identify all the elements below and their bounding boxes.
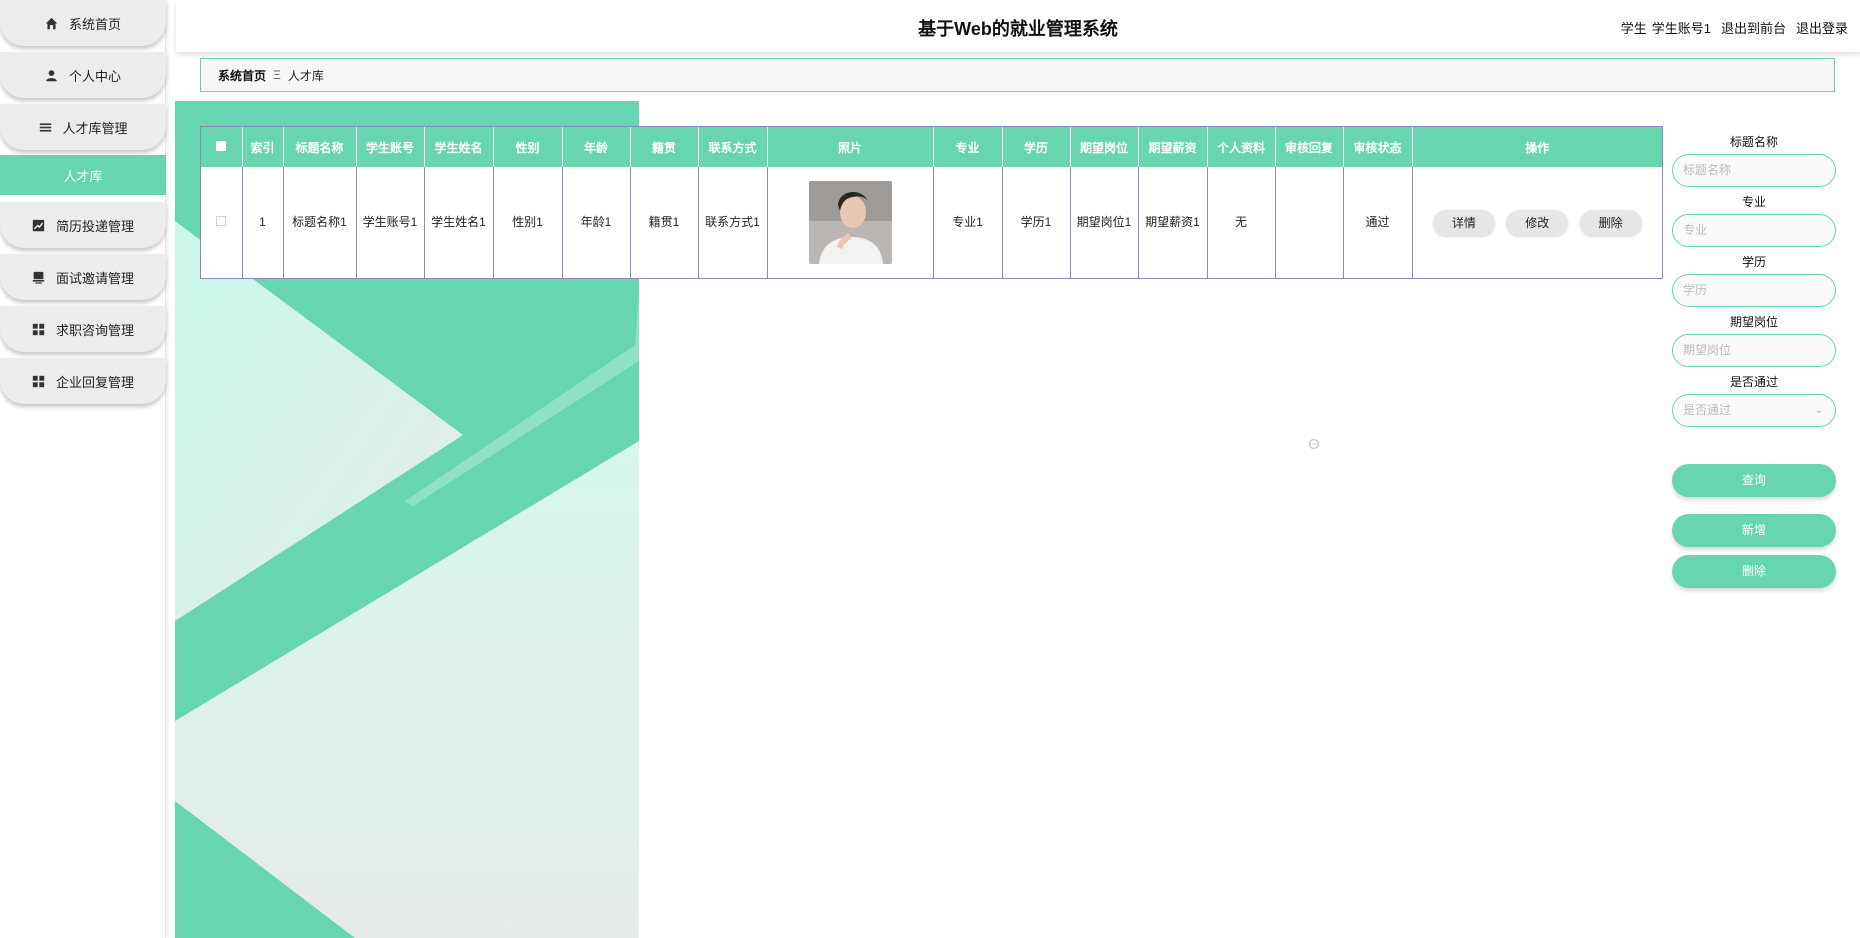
cell-contact: 联系方式1 [698,167,768,278]
cell-education: 学历1 [1002,167,1071,278]
query-button[interactable]: 查询 [1672,464,1836,497]
cell-photo [767,167,934,278]
chevron-down-icon: ⌄ [1814,405,1823,416]
user-role: 学生 [1620,21,1647,36]
sidebar-item-label: 个人中心 [68,68,121,84]
cell-profile: 无 [1207,167,1276,278]
column-header: 期望岗位 [1070,127,1139,167]
sidebar-item-profile[interactable]: 个人中心 [0,52,166,98]
user-icon [45,68,59,82]
column-header: 审核状态 [1343,127,1413,167]
user-info: 学生 学生账号1 [1621,18,1711,37]
breadcrumb-separator: Ξ [273,68,281,82]
row-select-cell[interactable] [201,167,243,278]
student-photo[interactable] [808,181,892,264]
table-row: 1 标题名称1 学生账号1 学生姓名1 性别1 年龄1 籍贯1 联系方式1 专业… [201,167,1662,278]
position-search-label: 期望岗位 [1729,315,1778,329]
column-header: 年龄 [562,127,631,167]
column-header: 性别 [493,127,563,167]
breadcrumb-current: 人才库 [287,68,324,83]
sidebar-item-label: 求职咨询管理 [55,322,134,338]
grid-icon [32,322,46,336]
cell-gender: 性别1 [493,167,563,278]
sidebar: 系统首页 个人中心 人才库管理 人才库 简历投递管理 面试邀请管理 求职咨询管理… [0,0,166,938]
cell-reply [1275,167,1344,278]
column-header: 标题名称 [283,127,357,167]
sidebar-item-label: 系统首页 [68,16,121,32]
back-to-front-link[interactable]: 退出到前台 [1721,18,1786,37]
list-icon [38,120,52,134]
cell-salary: 期望薪资1 [1138,167,1208,278]
title-search-label: 标题名称 [1729,135,1778,149]
header-user-area: 学生 学生账号1 退出到前台 退出登录 [1621,18,1848,37]
major-search-label: 专业 [1741,195,1766,209]
sidebar-item-resume-delivery[interactable]: 简历投递管理 [0,202,166,248]
sidebar-item-label: 面试邀请管理 [55,270,134,286]
title-search-input[interactable]: 标题名称 [1672,154,1836,187]
logout-link[interactable]: 退出登录 [1796,18,1848,37]
sidebar-item-job-consult[interactable]: 求职咨询管理 [0,306,166,352]
search-panel: 标题名称 标题名称 专业 专业 学历 学历 期望岗位 期望岗位 是否通过 是否通… [1672,132,1836,588]
cell-title: 标题名称1 [283,167,357,278]
column-header: 照片 [767,127,934,167]
cell-age: 年龄1 [562,167,631,278]
breadcrumb: 系统首页 Ξ 人才库 [200,58,1835,92]
education-search-label: 学历 [1741,255,1766,269]
sidebar-item-label: 企业回复管理 [55,374,134,390]
column-header: 个人资料 [1207,127,1276,167]
home-icon [45,16,59,30]
column-header: 专业 [933,127,1003,167]
breadcrumb-home[interactable]: 系统首页 [218,67,266,84]
row-checkbox[interactable] [216,216,227,226]
education-search-input[interactable]: 学历 [1672,274,1836,307]
cell-native: 籍贯1 [630,167,699,278]
select-all-header[interactable] [201,127,243,167]
top-header: 基于Web的就业管理系统 学生 学生账号1 退出到前台 退出登录 [176,0,1860,52]
column-header: 学历 [1002,127,1071,167]
app-title: 基于Web的就业管理系统 [918,19,1118,39]
sidebar-item-interview-invite[interactable]: 面试邀请管理 [0,254,166,300]
sidebar-item-label: 简历投递管理 [55,218,134,234]
delete-row-button[interactable]: 删除 [1579,209,1642,236]
cell-index: 1 [242,167,284,278]
pass-filter-select[interactable]: 是否通过 ⌄ [1672,394,1836,427]
column-header: 学生姓名 [424,127,494,167]
cell-account: 学生账号1 [356,167,425,278]
cell-major: 专业1 [933,167,1003,278]
column-header: 籍贯 [630,127,699,167]
pass-filter-placeholder: 是否通过 [1683,403,1732,417]
user-account: 学生账号1 [1651,21,1711,36]
column-header: 审核回复 [1275,127,1344,167]
grid-icon [32,374,46,388]
column-header: 操作 [1412,127,1662,167]
column-header: 联系方式 [698,127,768,167]
sidebar-item-talent-management[interactable]: 人才库管理 [0,104,166,150]
cell-position: 期望岗位1 [1070,167,1139,278]
table-header-row: 索引 标题名称 学生账号 学生姓名 性别 年龄 籍贯 联系方式 照片 专业 学历… [201,127,1662,167]
cell-actions: 详情 修改 删除 [1412,167,1662,278]
talent-table: 索引 标题名称 学生账号 学生姓名 性别 年龄 籍贯 联系方式 照片 专业 学历… [200,126,1663,279]
column-header: 学生账号 [356,127,425,167]
pass-filter-label: 是否通过 [1729,375,1778,389]
sidebar-item-label: 人才库管理 [62,120,128,136]
sidebar-item-home[interactable]: 系统首页 [0,0,166,46]
stamp-icon [32,270,46,284]
loading-spinner-icon [1307,437,1321,451]
column-header: 期望薪资 [1138,127,1208,167]
add-button[interactable]: 新增 [1672,514,1836,547]
select-all-checkbox[interactable] [216,141,227,151]
cell-name: 学生姓名1 [424,167,494,278]
edit-button[interactable]: 修改 [1506,209,1569,236]
major-search-input[interactable]: 专业 [1672,214,1836,247]
cell-status: 通过 [1343,167,1413,278]
position-search-input[interactable]: 期望岗位 [1672,334,1836,367]
column-header: 索引 [242,127,284,167]
detail-button[interactable]: 详情 [1432,209,1495,236]
chart-icon [32,218,46,232]
batch-delete-button[interactable]: 删除 [1672,555,1836,588]
sidebar-item-company-reply[interactable]: 企业回复管理 [0,358,166,404]
sidebar-subitem-talent-pool[interactable]: 人才库 [0,155,166,195]
sidebar-item-label: 人才库 [63,168,103,184]
